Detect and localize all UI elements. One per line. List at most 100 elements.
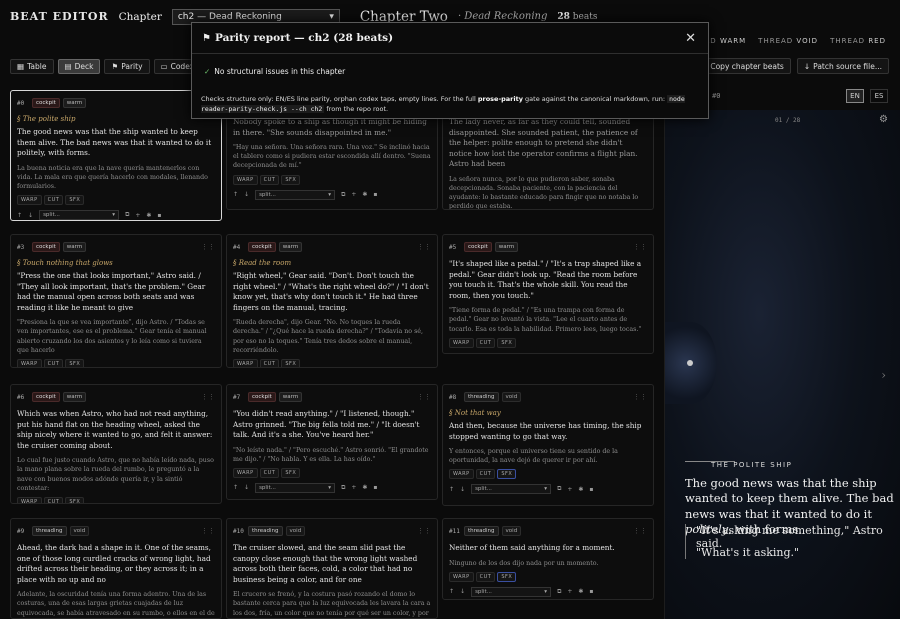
beat-card[interactable]: #8 threading void ⋮⋮ § Not that way And the… — [442, 384, 654, 506]
copy-icon[interactable]: ⧉ — [471, 353, 475, 354]
beat-text-en[interactable]: The cruiser slowed, and the seam slid pa… — [233, 543, 431, 585]
beat-text-en[interactable]: Neither of them said anything for a mome… — [449, 543, 647, 554]
patch-source-button[interactable]: ↓ Patch source file... — [796, 58, 889, 74]
delete-icon[interactable]: ▪ — [503, 353, 507, 354]
add-icon[interactable]: + — [481, 353, 486, 354]
beat-card[interactable]: #9 threading void ⋮⋮ Ahead, the dark had a … — [10, 518, 222, 619]
copy-beats-button[interactable]: ⧉Copy chapter beats — [695, 58, 791, 74]
move-up-icon[interactable]: ↑ — [449, 486, 454, 493]
cut-chip[interactable]: CUT — [259, 174, 280, 185]
beat-text-es[interactable]: "Hay una señora. Una señora rara. Una vo… — [233, 143, 431, 170]
lang-en-button[interactable]: EN — [846, 89, 864, 103]
beat-text-es[interactable]: El crucero se frenó, y la costura pasó r… — [233, 590, 431, 618]
beat-text-es[interactable]: "Tiene forma de pedal." / "Es una trampa… — [449, 306, 647, 333]
location-tag[interactable]: cockpit — [32, 98, 60, 108]
location-tag[interactable]: cockpit — [248, 392, 276, 402]
beat-text-es[interactable]: "No leíste nada." / "Pero escuché." Astr… — [233, 446, 431, 464]
star-icon[interactable]: ✱ — [362, 191, 367, 198]
split-select[interactable]: split... ▾ — [471, 484, 552, 495]
cut-chip[interactable]: CUT — [475, 337, 496, 348]
split-select[interactable]: split... ▾ — [255, 482, 336, 493]
move-down-icon[interactable]: ↓ — [244, 484, 249, 491]
beat-text-en[interactable]: "Right wheel," Gear said. "Don't. Don't … — [233, 271, 431, 313]
delete-icon[interactable]: ▪ — [157, 212, 161, 219]
warp-chip[interactable]: WARP — [17, 496, 42, 503]
move-up-icon[interactable]: ↑ — [449, 353, 454, 354]
warp-chip[interactable]: WARP — [233, 358, 258, 367]
star-icon[interactable]: ✱ — [578, 486, 583, 493]
copy-icon[interactable]: ⧉ — [557, 588, 561, 596]
delete-icon[interactable]: ▪ — [589, 486, 593, 493]
beat-card[interactable]: #5 cockpit warm ⋮⋮ "It's shaped like a peda… — [442, 234, 654, 354]
warp-chip[interactable]: WARP — [233, 174, 258, 185]
beat-text-en[interactable]: Which was when Astro, who had not read a… — [17, 409, 215, 451]
add-icon[interactable]: + — [135, 212, 140, 219]
copy-icon[interactable]: ⧉ — [557, 485, 561, 493]
beat-text-en[interactable]: And then, because the universe has timin… — [449, 421, 647, 442]
beat-card[interactable]: #4 cockpit warm ⋮⋮ § Read the room "Right w… — [226, 234, 438, 368]
thread-tag[interactable]: void — [501, 392, 522, 402]
beat-text-es[interactable]: Ninguno de los dos dijo nada por un mome… — [449, 559, 647, 568]
drag-handle-icon[interactable]: ⋮⋮ — [417, 527, 431, 535]
move-up-icon[interactable]: ↑ — [233, 484, 238, 491]
drag-handle-icon[interactable]: ⋮⋮ — [417, 243, 431, 251]
beat-card[interactable]: #7 cockpit warm ⋮⋮ "You didn't read anythin… — [226, 384, 438, 500]
warp-chip[interactable]: WARP — [449, 337, 474, 348]
sfx-chip[interactable]: SFX — [497, 469, 517, 480]
thread-red[interactable]: THREAD RED — [830, 37, 886, 45]
cut-chip[interactable]: CUT — [259, 467, 280, 478]
beat-text-en[interactable]: The lady never, as far as they could tel… — [449, 117, 647, 170]
cut-chip[interactable]: CUT — [43, 358, 64, 367]
star-icon[interactable]: ✱ — [578, 588, 583, 595]
copy-icon[interactable]: ⧉ — [341, 484, 345, 492]
location-tag[interactable]: cockpit — [32, 392, 60, 402]
delete-icon[interactable]: ▪ — [373, 191, 377, 198]
beat-text-en[interactable]: Nobody spoke to a ship as though it migh… — [233, 117, 431, 138]
copy-icon[interactable]: ⧉ — [125, 211, 129, 219]
beat-text-en[interactable]: "It's shaped like a pedal." / "It's a tr… — [449, 259, 647, 301]
sfx-chip[interactable]: SFX — [281, 467, 301, 478]
split-select[interactable]: split... ▾ — [471, 586, 552, 597]
move-up-icon[interactable]: ↑ — [17, 212, 22, 219]
warp-chip[interactable]: WARP — [17, 358, 42, 367]
delete-icon[interactable]: ▪ — [589, 588, 593, 595]
beat-text-en[interactable]: "You didn't read anything." / "I listene… — [233, 409, 431, 441]
drag-handle-icon[interactable]: ⋮⋮ — [201, 243, 215, 251]
thread-tag[interactable]: void — [69, 526, 90, 536]
location-tag[interactable]: cockpit — [464, 242, 492, 252]
beat-text-es[interactable]: La señora nunca, por lo que pudieron sab… — [449, 175, 647, 209]
location-tag[interactable]: threading — [464, 526, 499, 536]
cut-chip[interactable]: CUT — [475, 469, 496, 480]
beat-text-en[interactable]: The good news was that the ship wanted t… — [17, 127, 215, 159]
location-tag[interactable]: threading — [32, 526, 67, 536]
thread-tag[interactable]: void — [285, 526, 306, 536]
thread-tag[interactable]: warm — [62, 98, 87, 108]
star-icon[interactable]: ✱ — [492, 353, 497, 354]
sfx-chip[interactable]: SFX — [65, 496, 85, 503]
drag-handle-icon[interactable]: ⋮⋮ — [417, 393, 431, 401]
move-down-icon[interactable]: ↓ — [460, 588, 465, 595]
warp-chip[interactable]: WARP — [449, 469, 474, 480]
thread-tag[interactable]: void — [501, 526, 522, 536]
location-tag[interactable]: threading — [248, 526, 283, 536]
location-tag[interactable]: threading — [464, 392, 499, 402]
beat-text-en[interactable]: Ahead, the dark had a shape in it. One o… — [17, 543, 215, 585]
drag-handle-icon[interactable]: ⋮⋮ — [633, 243, 647, 251]
move-down-icon[interactable]: ↓ — [244, 191, 249, 198]
beat-card[interactable]: #6 cockpit warm ⋮⋮ Which was when Astro, wh… — [10, 384, 222, 504]
cut-chip[interactable]: CUT — [43, 496, 64, 503]
thread-tag[interactable]: warm — [494, 242, 519, 252]
sfx-chip[interactable]: SFX — [281, 358, 301, 367]
beat-card[interactable]: #11 threading void ⋮⋮ Neither of them said … — [442, 518, 654, 600]
drag-handle-icon[interactable]: ⋮⋮ — [201, 393, 215, 401]
thread-tag[interactable]: warm — [278, 242, 303, 252]
warp-chip[interactable]: WARP — [17, 195, 42, 206]
beat-text-es[interactable]: "Rueda derecha", dijo Gear. "No. No toqu… — [233, 318, 431, 355]
thread-tag[interactable]: warm — [62, 242, 87, 252]
cut-chip[interactable]: CUT — [259, 358, 280, 367]
drag-handle-icon[interactable]: ⋮⋮ — [633, 393, 647, 401]
sfx-chip[interactable]: SFX — [497, 337, 517, 348]
chevron-right-icon[interactable]: › — [881, 368, 886, 382]
cut-chip[interactable]: CUT — [43, 195, 64, 206]
warp-chip[interactable]: WARP — [233, 467, 258, 478]
